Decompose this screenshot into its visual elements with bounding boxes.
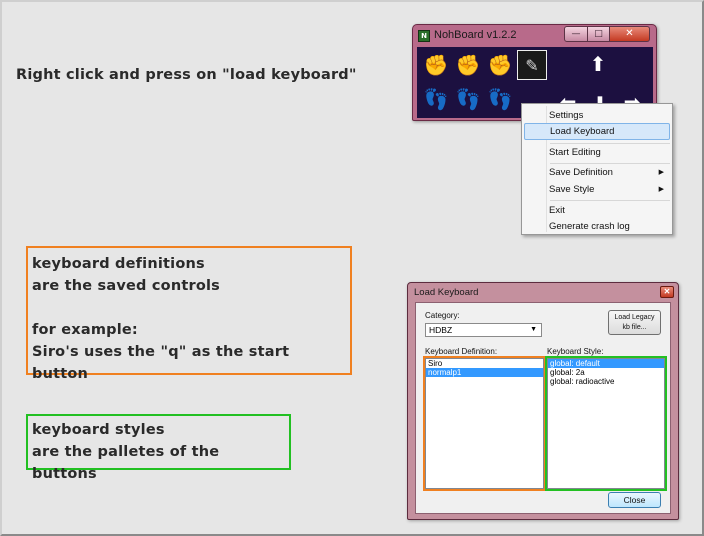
close-button[interactable]: ✕ (610, 26, 650, 42)
submenu-arrow-icon: ▶ (658, 169, 664, 176)
definitions-note-box: keyboard definitions are the saved contr… (26, 246, 352, 382)
chevron-down-icon: ▼ (530, 326, 537, 333)
red-fist-icon: ✊ (487, 53, 513, 77)
window-title: NohBoard v1.2.2 (434, 29, 517, 41)
category-value: HDBZ (429, 325, 453, 335)
styles-note-box: keyboard styles are the palletes of the … (26, 414, 291, 482)
menu-item-generate-crash-log[interactable]: Generate crash log (524, 218, 670, 235)
definitions-note-line: keyboard definitions (32, 256, 205, 272)
instruction-text: Right click and press on "load keyboard" (16, 67, 357, 83)
context-menu: Settings Load Keyboard Start Editing Sav… (521, 103, 673, 235)
gear-pen-icon: ✎ (517, 50, 547, 80)
definitions-note-line: for example: (32, 322, 138, 338)
blue-fist-icon: ✊ (423, 53, 449, 77)
load-legacy-label: kb file... (622, 324, 647, 331)
menu-item-label: Save Definition (549, 167, 613, 178)
minimize-button[interactable]: — (564, 26, 588, 42)
submenu-arrow-icon: ▶ (658, 186, 664, 193)
menu-item-label: Save Style (549, 184, 595, 195)
nohboard-titlebar[interactable]: N NohBoard v1.2.2 — □ ✕ (413, 25, 656, 45)
load-legacy-label: Load Legacy (614, 314, 655, 321)
menu-item-save-definition[interactable]: Save Definition ▶ (524, 164, 670, 181)
maximize-button[interactable]: □ (588, 26, 610, 42)
red-foot-icon: 👣 (487, 87, 513, 111)
category-label: Category: (425, 311, 460, 320)
style-label: Keyboard Style: (547, 347, 604, 356)
definition-label: Keyboard Definition: (425, 347, 498, 356)
category-select[interactable]: HDBZ ▼ (425, 323, 542, 337)
dialog-close-icon[interactable]: ✕ (660, 286, 674, 298)
styles-note-line: are the palletes of the buttons (32, 444, 220, 482)
load-legacy-button[interactable]: Load Legacy kb file... (608, 310, 661, 335)
load-keyboard-dialog: Load Keyboard ✕ Category: HDBZ ▼ Load Le… (407, 282, 679, 520)
yellow-foot-icon: 👣 (455, 87, 481, 111)
app-icon: N (418, 30, 430, 42)
definition-highlight (423, 356, 546, 491)
definitions-note-line: Siro's uses the "q" as the start button (32, 344, 290, 382)
yellow-fist-icon: ✊ (455, 53, 481, 77)
menu-item-save-style[interactable]: Save Style ▶ (524, 181, 670, 198)
menu-item-load-keyboard[interactable]: Load Keyboard (524, 123, 670, 140)
menu-item-exit[interactable]: Exit (524, 202, 670, 219)
close-button[interactable]: Close (608, 492, 661, 508)
style-highlight (545, 356, 667, 491)
menu-item-start-editing[interactable]: Start Editing (524, 144, 670, 161)
styles-note-line: keyboard styles (32, 422, 165, 438)
menu-item-settings[interactable]: Settings (524, 107, 670, 124)
blue-foot-icon: 👣 (423, 87, 449, 111)
arrow-up-icon: ⬆ (589, 52, 607, 76)
dialog-title: Load Keyboard (414, 287, 479, 298)
definitions-note-line: are the saved controls (32, 278, 221, 294)
dialog-body: Category: HDBZ ▼ Load Legacy kb file... … (415, 302, 671, 514)
